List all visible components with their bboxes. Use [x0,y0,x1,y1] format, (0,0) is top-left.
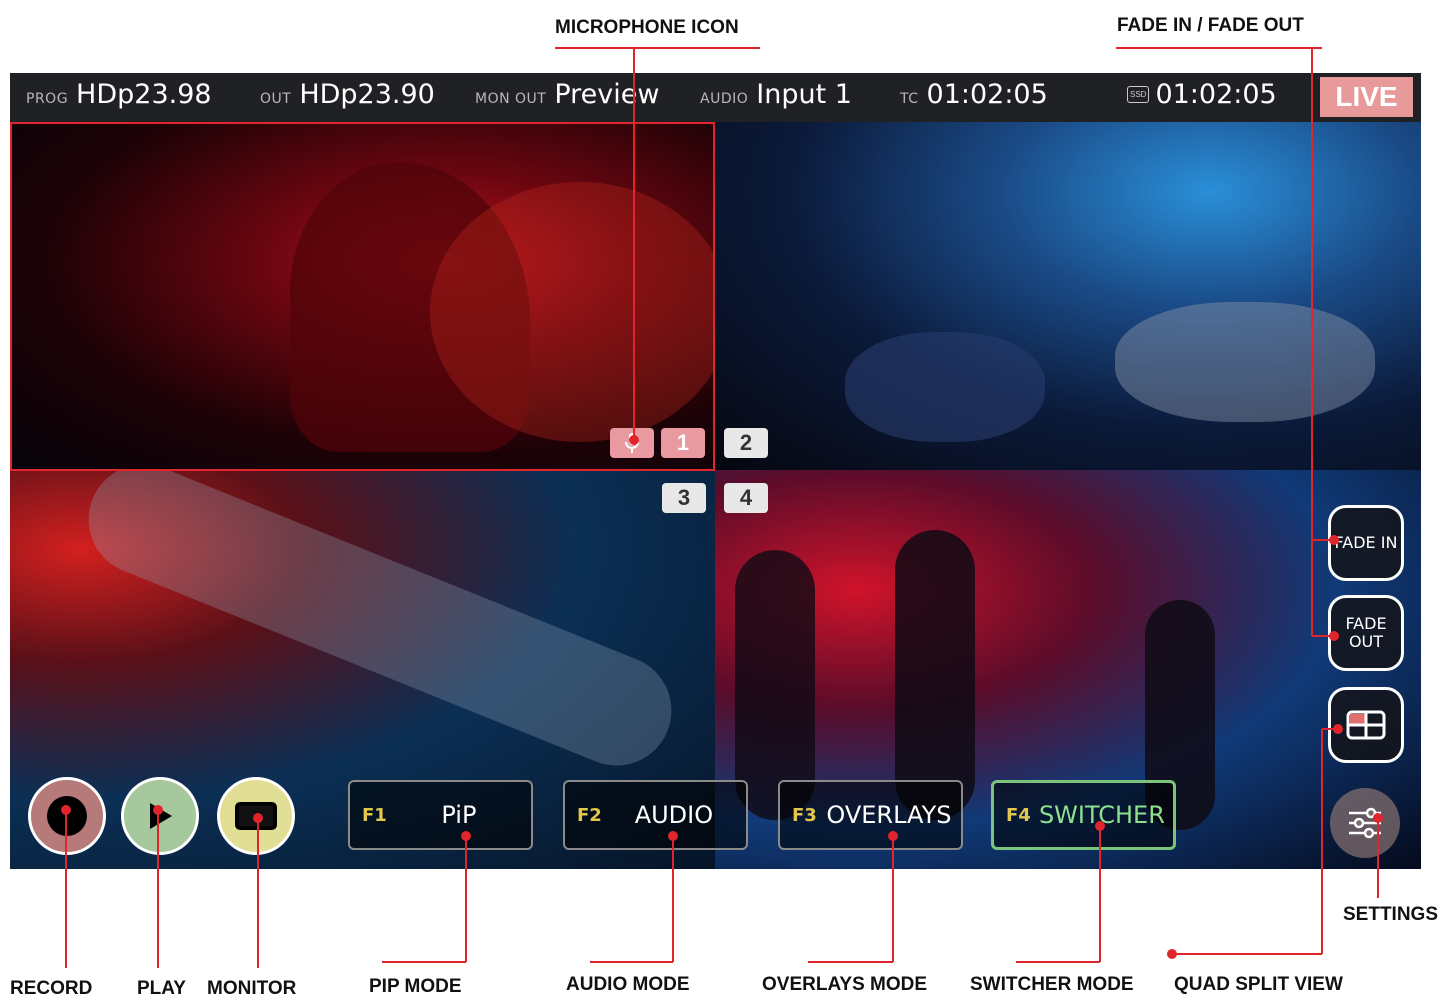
callout-lines [61,47,1383,968]
callout-switcher: SWITCHER MODE [970,974,1134,995]
callout-audio: AUDIO MODE [566,974,690,995]
callout-pip: PIP MODE [369,976,462,997]
callout-microphone: MICROPHONE ICON [555,17,739,38]
callout-overlays: OVERLAYS MODE [762,974,928,995]
callout-record: RECORD [10,978,93,999]
callout-play: PLAY [137,978,186,999]
callout-settings: SETTINGS [1343,904,1439,925]
callout-quad: QUAD SPLIT VIEW [1174,974,1343,995]
callout-monitor: MONITOR [207,978,297,999]
callout-fade: FADE IN / FADE OUT [1117,15,1304,36]
